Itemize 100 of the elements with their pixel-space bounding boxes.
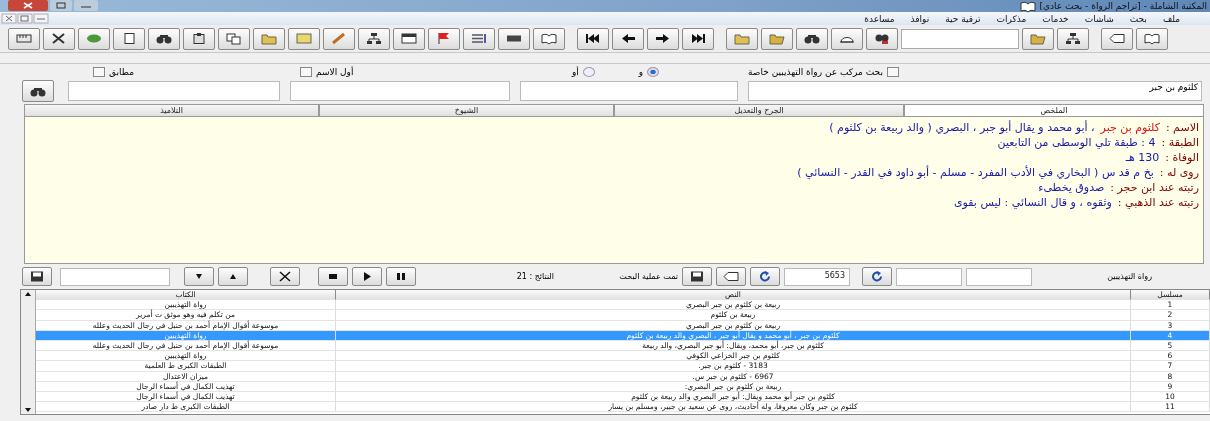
results-count: النتائج : 21 [515, 272, 554, 281]
menu-item[interactable]: مساعدة [864, 13, 895, 24]
toolbar-button[interactable] [831, 27, 863, 50]
radio-label: و [638, 67, 644, 77]
delete-button[interactable] [270, 267, 300, 286]
toolbar-field[interactable] [901, 28, 1019, 49]
narrator-name: كلثوم بن جبر [1100, 120, 1160, 135]
stop-button[interactable] [318, 267, 348, 286]
note-icon [295, 32, 313, 45]
input-field[interactable] [60, 267, 170, 286]
toolbar-button[interactable] [148, 27, 180, 50]
radio-label: أو [572, 67, 579, 77]
toolbar-button[interactable] [1101, 27, 1133, 50]
toolbar-button[interactable] [498, 27, 530, 50]
toolbar-button[interactable] [1136, 27, 1168, 50]
radio-button[interactable] [647, 67, 660, 77]
clipboard-icon [190, 32, 208, 45]
menu-item[interactable]: خدمات [1042, 13, 1069, 24]
search-button[interactable] [22, 80, 54, 102]
tab[interactable]: الشيوخ [319, 104, 614, 116]
folder-icon [733, 32, 751, 45]
tab[interactable]: الملخص [904, 104, 1204, 116]
folder-open-icon [1029, 32, 1047, 45]
search-status: تمت عملية البحث [618, 272, 678, 281]
tag-icon [722, 270, 740, 283]
toolbar-button[interactable] [682, 27, 714, 50]
toolbar-button[interactable] [113, 27, 145, 50]
binoculars-icon [155, 32, 173, 45]
field-label: روى له : [1159, 165, 1199, 180]
book-label: رواة التهذيبين [1107, 272, 1153, 281]
save-icon [28, 270, 46, 283]
menu-item[interactable]: نوافذ [910, 13, 930, 24]
field-value: 4 : طبقة تلي الوسطى من التابعين [997, 135, 1156, 150]
input-field[interactable]: كلثوم بن جبر [748, 81, 1202, 101]
field-label: الوفاة : [1165, 150, 1199, 165]
input-field[interactable] [896, 267, 962, 286]
field-label: رتبته عند ابن حجر : [1110, 180, 1199, 195]
app-icon [1018, 0, 1037, 13]
tag-icon [1108, 32, 1126, 45]
save-button[interactable] [22, 267, 52, 286]
toolbar-button[interactable] [183, 27, 215, 50]
menu-item[interactable]: ملف [1162, 13, 1180, 24]
book-icon [540, 32, 558, 45]
total-field[interactable]: 5653 [784, 267, 850, 286]
toolbar-button[interactable] [612, 27, 644, 50]
menu-item[interactable]: ترقية حية [945, 13, 981, 24]
move-up-button[interactable] [218, 267, 248, 286]
toolbar-button[interactable] [393, 27, 425, 50]
toolbar-button[interactable] [43, 27, 75, 50]
arrow-right-icon [654, 32, 672, 45]
input-field[interactable] [520, 81, 738, 101]
list-icon [470, 32, 488, 45]
refresh-button[interactable] [750, 267, 780, 286]
leaf-icon [85, 32, 103, 45]
folder-icon [260, 32, 278, 45]
tab[interactable]: التلاميذ [24, 104, 319, 116]
menu-item[interactable]: بحث [1129, 13, 1147, 24]
save-button[interactable] [682, 267, 712, 286]
tree-icon [1064, 32, 1082, 45]
input-field[interactable] [966, 267, 1032, 286]
toolbar-button[interactable] [716, 267, 746, 286]
refresh-button[interactable] [862, 267, 892, 286]
toolbar-button[interactable] [647, 27, 679, 50]
checkbox[interactable] [93, 67, 105, 77]
toolbar-button[interactable] [577, 27, 609, 50]
toolbar-button[interactable] [1057, 27, 1089, 50]
scrollbar[interactable] [21, 290, 36, 414]
binoculars-icon [803, 32, 821, 45]
arrow-left-icon [619, 32, 637, 45]
field-label: الطبقة : [1161, 135, 1199, 150]
toolbar-button[interactable] [533, 27, 565, 50]
save-icon [688, 270, 706, 283]
skip-first-icon [584, 32, 602, 45]
window-title: المكتبة الشاملة - [تراجم الرواة - بحث عادي] [1039, 1, 1207, 11]
toolbar-button[interactable] [866, 27, 898, 50]
checkbox[interactable] [886, 67, 899, 77]
folder-open-icon [768, 32, 786, 45]
field-label: الاسم : [1165, 120, 1199, 135]
field-value: صدوق يخطىء [1038, 180, 1105, 195]
checkbox-label: بحث مركب عن رواة التهذيبين خاصة [748, 67, 883, 77]
menu-item[interactable]: شاشات [1084, 13, 1114, 24]
input-field[interactable] [68, 81, 280, 101]
field-value: ، أبو محمد و يقال أبو جبر ، البصري ( والد ربيعة بن كلثوم ) [829, 120, 1095, 135]
move-down-button[interactable] [184, 267, 214, 286]
menu-item[interactable]: مذكرات [996, 13, 1027, 24]
book-icon [1143, 32, 1161, 45]
copy-icon [225, 32, 243, 45]
pause-button[interactable] [386, 267, 416, 286]
checkbox[interactable] [300, 67, 312, 77]
input-field[interactable] [290, 81, 510, 101]
tab[interactable]: الجرح والتعديل [614, 104, 904, 116]
checkbox-label: أول الاسم [316, 67, 354, 77]
radio-button[interactable] [582, 67, 595, 77]
toolbar-button[interactable] [796, 27, 828, 50]
field-value: وثقوه ، و قال النسائي : ليس بقوى [954, 195, 1112, 210]
toolbar-button[interactable] [463, 27, 495, 50]
toolbar-button[interactable] [358, 27, 390, 50]
window-icon [400, 32, 418, 45]
play-button[interactable] [352, 267, 382, 286]
field-value: بخ م قد س ( البخاري في الأدب المفرد - مسلم - أبو داود في القدر - النسائي ) [797, 165, 1154, 180]
